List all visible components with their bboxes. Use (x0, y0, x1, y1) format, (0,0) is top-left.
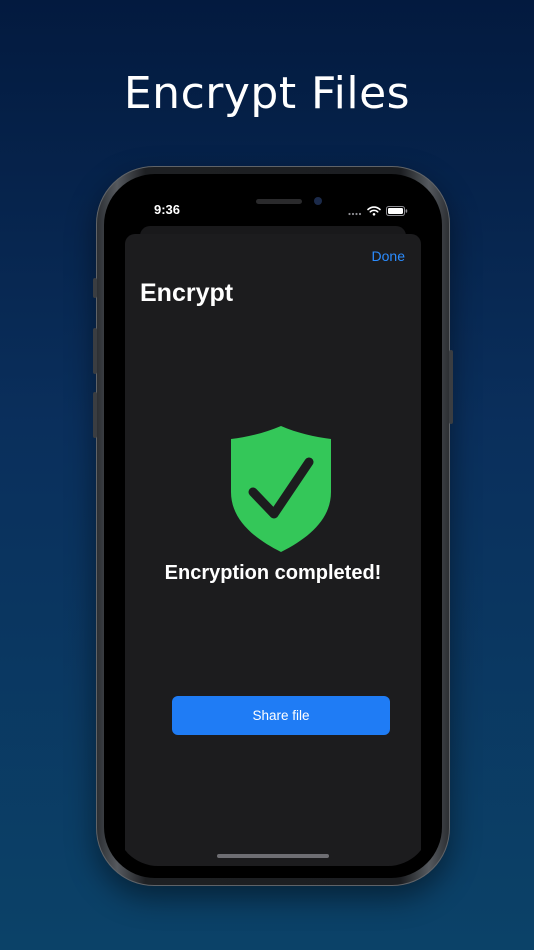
battery-icon (386, 203, 408, 221)
speaker-grille (256, 199, 302, 204)
done-button[interactable]: Done (372, 248, 405, 264)
share-file-label: Share file (252, 708, 310, 723)
phone-mockup: 9:36 Done Encrypt Encryption completed! … (93, 166, 453, 886)
status-time: 9:36 (154, 202, 181, 217)
share-file-button[interactable]: Share file (172, 696, 390, 735)
phone-silent-switch (93, 278, 97, 298)
phone-volume-down-button (93, 392, 97, 438)
shield-checkmark-icon (229, 426, 333, 552)
signal-icon (348, 203, 362, 221)
phone-power-button (449, 350, 453, 424)
phone-volume-up-button (93, 328, 97, 374)
headline: Encrypt Files (123, 68, 411, 119)
status-icons (348, 203, 408, 221)
encryption-status-message: Encryption completed! (164, 562, 382, 584)
wifi-icon (367, 203, 381, 221)
home-indicator[interactable] (217, 854, 329, 858)
phone-bezel: 9:36 Done Encrypt Encryption completed! … (104, 174, 442, 878)
front-camera (314, 197, 322, 205)
sheet-title: Encrypt (140, 279, 234, 307)
encrypt-sheet: Done Encrypt Encryption completed! Share… (125, 234, 421, 866)
phone-screen: 9:36 Done Encrypt Encryption completed! … (116, 186, 430, 866)
status-bar: 9:36 (116, 186, 430, 230)
